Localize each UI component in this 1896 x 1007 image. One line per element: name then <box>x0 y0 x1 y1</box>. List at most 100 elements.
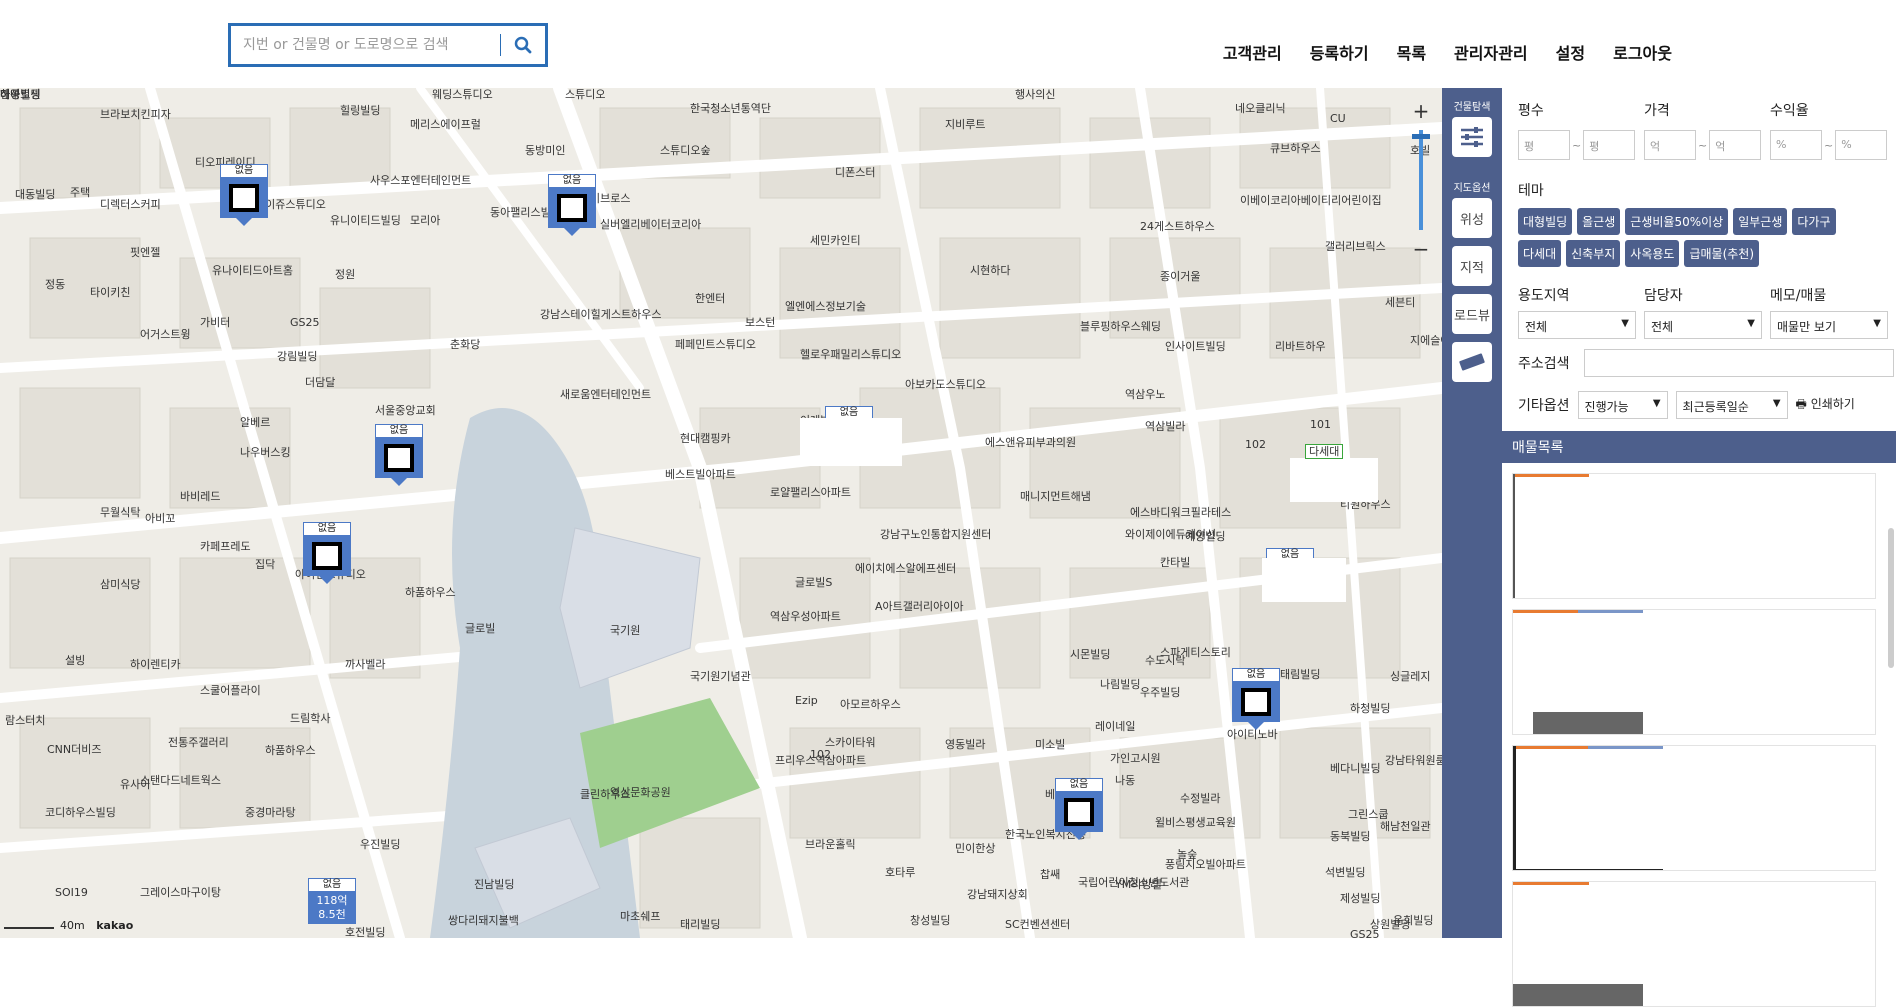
map-place-label[interactable]: 집닥 <box>255 558 275 571</box>
map-place-label[interactable]: 레이네일 <box>1095 720 1135 733</box>
map-place-label[interactable]: 아비꼬 <box>145 512 175 525</box>
map-place-label[interactable]: 아보카도스튜디오 <box>905 378 986 391</box>
map-place-label[interactable]: A아트갤러리아이아 <box>875 600 963 613</box>
map-place-label[interactable]: 나우버스킹 <box>240 446 291 459</box>
map-place-label[interactable]: 한국청소년통역단 <box>690 102 771 115</box>
map-place-label[interactable]: 코디하우스빌딩 <box>45 806 116 819</box>
map-place-label[interactable]: 브라운홀릭 <box>805 838 856 851</box>
map-place-label[interactable]: 스쿨어플라이 <box>200 684 261 697</box>
zoom-slider[interactable] <box>1412 130 1430 230</box>
theme-chip[interactable]: 다세대 <box>1518 240 1562 267</box>
listing-marker[interactable]: 없음 <box>220 164 268 226</box>
map-place-label[interactable]: 사우스포엔터테인먼트 <box>370 174 471 187</box>
map-place-label[interactable]: 카페프레도 <box>200 540 251 553</box>
map-place-label[interactable]: 수정빌라 <box>1180 792 1220 805</box>
nav-register[interactable]: 등록하기 <box>1310 40 1369 64</box>
theme-chip[interactable]: 사옥용도 <box>1625 240 1680 267</box>
map-place-label[interactable]: 글로빌S <box>795 576 832 589</box>
map-place-label[interactable]: 드림학사 <box>290 712 330 725</box>
map-place-label[interactable]: 아모르하우스 <box>840 698 901 711</box>
map-place-label[interactable]: 보스턴 <box>745 316 775 329</box>
status-select[interactable]: 진행가능 ▼ <box>1577 391 1668 419</box>
map-place-label[interactable]: 강남타워원룸텔 <box>1385 754 1442 767</box>
listing-card[interactable] <box>1512 881 1876 1007</box>
listing-card[interactable] <box>1512 745 1876 871</box>
theme-chip[interactable]: 근생비율50%이상 <box>1625 208 1729 235</box>
map-place-label[interactable]: 동방미인 <box>525 144 565 157</box>
map-place-label[interactable]: CNN더비즈 <box>47 743 102 756</box>
map-place-label[interactable]: 인사이트빌딩 <box>1165 340 1226 353</box>
listing-marker[interactable]: 없음 <box>375 424 423 486</box>
map-place-label[interactable]: 헬로우패밀리스튜디오 <box>800 348 901 361</box>
map-place-label[interactable]: 중경마라탕 <box>245 806 296 819</box>
map-place-label[interactable]: 대성빌딩 <box>0 88 40 101</box>
map-place-label[interactable]: 그레이스마구이탕 <box>140 886 221 899</box>
map-place-label[interactable]: 실버엘리베이터코리아 <box>600 218 701 231</box>
map-place-label[interactable]: 글로빌 <box>465 622 495 635</box>
map-place-label[interactable]: GS25 <box>1350 928 1380 938</box>
map-place-label[interactable]: SC컨벤션센터 <box>1005 918 1070 931</box>
roadview-button[interactable]: 로드뷰 <box>1452 294 1492 334</box>
map-place-label[interactable]: SOI19 <box>55 886 88 899</box>
map-place-label[interactable]: 베스트빌아파트 <box>665 468 736 481</box>
map-place-label[interactable]: 에스바디워크필라테스 <box>1130 506 1231 519</box>
yield-max-field[interactable]: % <box>1835 130 1888 160</box>
theme-chip[interactable]: 다가구 <box>1792 208 1836 235</box>
map-place-label[interactable]: 힐링빌딩 <box>340 104 380 117</box>
map-place-label[interactable]: 창성빌딩 <box>910 914 950 927</box>
address-input[interactable] <box>1583 349 1894 377</box>
map-place-label[interactable]: 유나이티드아트홈 <box>212 264 293 277</box>
map-place-label[interactable]: CU <box>1330 112 1346 125</box>
cadastral-button[interactable]: 지적 <box>1452 246 1492 286</box>
map-place-label[interactable]: 찹쌔 <box>1040 868 1060 881</box>
map-place-label[interactable]: 알베르 <box>240 416 270 429</box>
map-place-label[interactable]: 태림빌딩 <box>1280 668 1320 681</box>
area-max-field[interactable]: 평 <box>1583 130 1636 160</box>
nav-settings[interactable]: 설정 <box>1556 40 1585 64</box>
nav-list[interactable]: 목록 <box>1397 40 1426 64</box>
price-min-field[interactable]: 억 <box>1644 130 1696 160</box>
map-place-label[interactable]: 해남천일관 <box>1380 820 1431 833</box>
map-place-label[interactable]: 에스앤유피부과의원 <box>985 436 1076 449</box>
area-min-field[interactable]: 평 <box>1518 130 1570 160</box>
map-view[interactable]: 웨딩스튜디오 스튜디오 한국청소년통역단 행사의신 네오클리닉 CU 브라보치킨피자 힐링빌딩… <box>0 88 1442 938</box>
map-place-label[interactable]: 지비루트 <box>945 118 985 131</box>
map-place-label[interactable]: 람스터치 <box>5 714 45 727</box>
map-place-label[interactable]: 강남구노인통합지원센터 <box>880 528 991 541</box>
map-place-label[interactable]: 페페민트스튜디오 <box>675 338 756 351</box>
map-place-label[interactable]: Ezip <box>795 694 818 707</box>
map-place-label[interactable]: 시현하다 <box>970 264 1010 277</box>
map-place-label[interactable]: 네오클리닉 <box>1235 102 1286 115</box>
map-place-label[interactable]: 역삼빌라 <box>1145 420 1185 433</box>
map-place-label[interactable]: 이베이코리아베이티리어린이집 <box>1240 194 1382 207</box>
map-place-label[interactable]: 역삼우노 <box>1125 388 1165 401</box>
map-place-label[interactable]: 풍림지오빌아파트 <box>1165 858 1246 871</box>
map-place-label[interactable]: 정원 <box>335 268 355 281</box>
map-place-label[interactable]: 호타루 <box>885 866 915 879</box>
map-place-label[interactable]: 메리스에이프럴 <box>410 118 481 131</box>
nav-logout[interactable]: 로그아웃 <box>1613 40 1672 64</box>
search-input[interactable] <box>231 26 500 64</box>
map-place-label[interactable]: 설빙 <box>65 654 85 667</box>
zoom-in-button[interactable]: + <box>1408 98 1434 124</box>
map-place-label[interactable]: 주택 <box>70 186 90 199</box>
map-place-label[interactable]: 미소빌 <box>1035 738 1065 751</box>
map-place-label[interactable]: 우진빌딩 <box>360 838 400 851</box>
map-place-label[interactable]: 삼미식당 <box>100 578 140 591</box>
map-place-label[interactable]: 세븐티 <box>1385 296 1415 309</box>
map-place-label[interactable]: 블루핑하우스웨딩 <box>1080 320 1161 333</box>
map-place-label[interactable]: 정동 <box>45 278 65 291</box>
map-place-label[interactable]: 영동빌라 <box>945 738 985 751</box>
map-place-label[interactable]: 웨딩스튜디오 <box>432 88 493 101</box>
map-place-label[interactable]: 갤러리브릭스 <box>1325 240 1386 253</box>
nav-customer[interactable]: 고객관리 <box>1223 40 1282 64</box>
map-place-label[interactable]: 한엔터 <box>695 292 725 305</box>
map-place-label[interactable]: 디폰스터 <box>835 166 875 179</box>
map-place-label[interactable]: 모리아 <box>410 214 440 227</box>
satellite-button[interactable]: 위성 <box>1452 198 1492 238</box>
map-place-label[interactable]: 쌍다리돼지불백 <box>448 914 519 927</box>
map-place-label[interactable]: 진남빌딩 <box>474 878 514 891</box>
map-place-label[interactable]: 더담달 <box>305 376 335 389</box>
zoom-out-button[interactable]: − <box>1408 236 1434 262</box>
print-button[interactable]: 🖶 인쇄하기 <box>1796 395 1855 416</box>
